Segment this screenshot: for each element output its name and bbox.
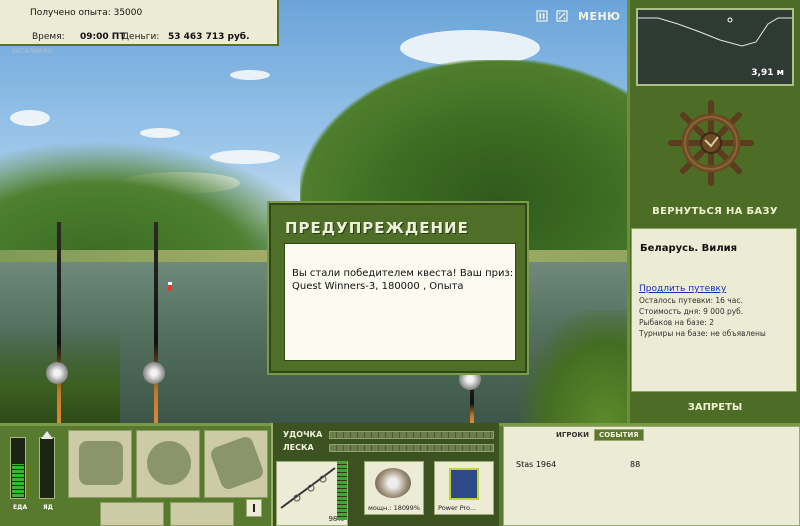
- warning-dialog[interactable]: ПРЕДУПРЕЖДЕНИЕ Вы стали победителем квес…: [269, 203, 527, 373]
- reel-icon: [143, 362, 165, 384]
- inventory-slot-extra[interactable]: [100, 502, 164, 526]
- rod-condition-meter: [337, 461, 347, 520]
- inventory-slot-bag[interactable]: [68, 430, 132, 498]
- extend-permit-link[interactable]: Продлить путевку: [639, 284, 726, 294]
- reel-caption: мощн.: 180: [368, 504, 406, 512]
- cloud: [10, 110, 50, 126]
- game-screen: Получено опыта: 35000 Время: 09:00 ПТ Де…: [0, 0, 800, 526]
- line-caption: Power Pro...: [438, 504, 477, 512]
- menu-button[interactable]: МЕНЮ: [578, 10, 621, 23]
- player-name: Stas 1964: [516, 460, 557, 469]
- line-durability-bar: [329, 444, 494, 452]
- reel-icon: [375, 468, 411, 498]
- poison-meter: [39, 431, 55, 499]
- time-label: Время:: [32, 32, 65, 42]
- settings-icon[interactable]: [556, 10, 568, 24]
- tab-players[interactable]: ИГРОКИ: [556, 431, 589, 439]
- depth-value: 3,91 м: [751, 68, 784, 78]
- map-icon: [208, 434, 266, 492]
- rod-icon: [280, 467, 336, 509]
- depth-map: 3,91 м: [636, 8, 794, 86]
- tournaments-info: Турниры на базе: не объявлены: [639, 329, 766, 338]
- hud-info-panel: Получено опыта: 35000 Время: 09:00 ПТ Де…: [0, 0, 279, 46]
- inventory-slot-net[interactable]: [136, 430, 200, 498]
- rod-durability-bar: [329, 431, 494, 439]
- arrow-up-icon: [41, 431, 53, 439]
- float-icon: [168, 282, 172, 291]
- money-label: Деньги:: [122, 32, 160, 42]
- line-slot[interactable]: Power Pro...: [434, 461, 494, 515]
- bag-icon: [79, 441, 123, 485]
- base-info-panel: Беларусь. Вилия Продлить путевку Осталос…: [631, 228, 797, 392]
- permit-remaining: Осталось путевки: 16 час.: [639, 296, 743, 305]
- cloud: [230, 70, 270, 80]
- net-icon: [147, 441, 191, 485]
- more-items-button[interactable]: [246, 499, 262, 517]
- cloud: [140, 128, 180, 138]
- rod-1[interactable]: [57, 222, 61, 423]
- dialog-title: ПРЕДУПРЕЖДЕНИЕ: [285, 219, 469, 237]
- day-cost: Стоимость дня: 9 000 руб.: [639, 307, 744, 316]
- pause-icon[interactable]: [536, 10, 548, 24]
- dialog-body: Вы стали победителем квеста! Ваш приз: Q…: [284, 243, 516, 361]
- line-label: ЛЕСКА: [283, 443, 314, 452]
- tab-events[interactable]: СОБЫТИЯ: [594, 429, 644, 441]
- rod-2[interactable]: [154, 222, 158, 423]
- reel-icon: [46, 362, 68, 384]
- food-label: ЕДА: [13, 504, 28, 511]
- bans-button[interactable]: ЗАПРЕТЫ: [630, 402, 800, 413]
- dialog-message: Вы стали победителем квеста! Ваш приз: Q…: [292, 268, 514, 292]
- poison-label: ЯД: [43, 504, 53, 511]
- inventory-slot-map[interactable]: [204, 430, 268, 498]
- inventory-slot-extra[interactable]: [170, 502, 234, 526]
- rod-label: УДОЧКА: [283, 430, 323, 439]
- ship-wheel-icon[interactable]: [668, 100, 754, 186]
- time-value: 09:00 ПТ: [80, 32, 126, 42]
- base-name: Беларусь. Вилия: [640, 243, 738, 254]
- anglers-count: Рыбаков на базе: 2: [639, 318, 714, 327]
- return-to-base-button[interactable]: ВЕРНУТЬСЯ НА БАЗУ: [630, 206, 800, 217]
- experience-text: Получено опыта: 35000: [30, 8, 143, 18]
- food-meter: [10, 437, 26, 499]
- reeds-right: [520, 310, 627, 423]
- line-spool-icon: [449, 468, 479, 500]
- logo: ВИТАЛИЙ.RU: [12, 48, 53, 55]
- player-score: 88: [630, 460, 641, 469]
- food-meter-fill: [12, 464, 24, 497]
- reel-percent: 99%: [405, 504, 420, 512]
- money-value: 53 463 713 руб.: [168, 32, 250, 42]
- reel-slot[interactable]: мощн.: 180 99%: [364, 461, 424, 515]
- players-panel: ИГРОКИ СОБЫТИЯ Stas 1964 88: [503, 426, 800, 526]
